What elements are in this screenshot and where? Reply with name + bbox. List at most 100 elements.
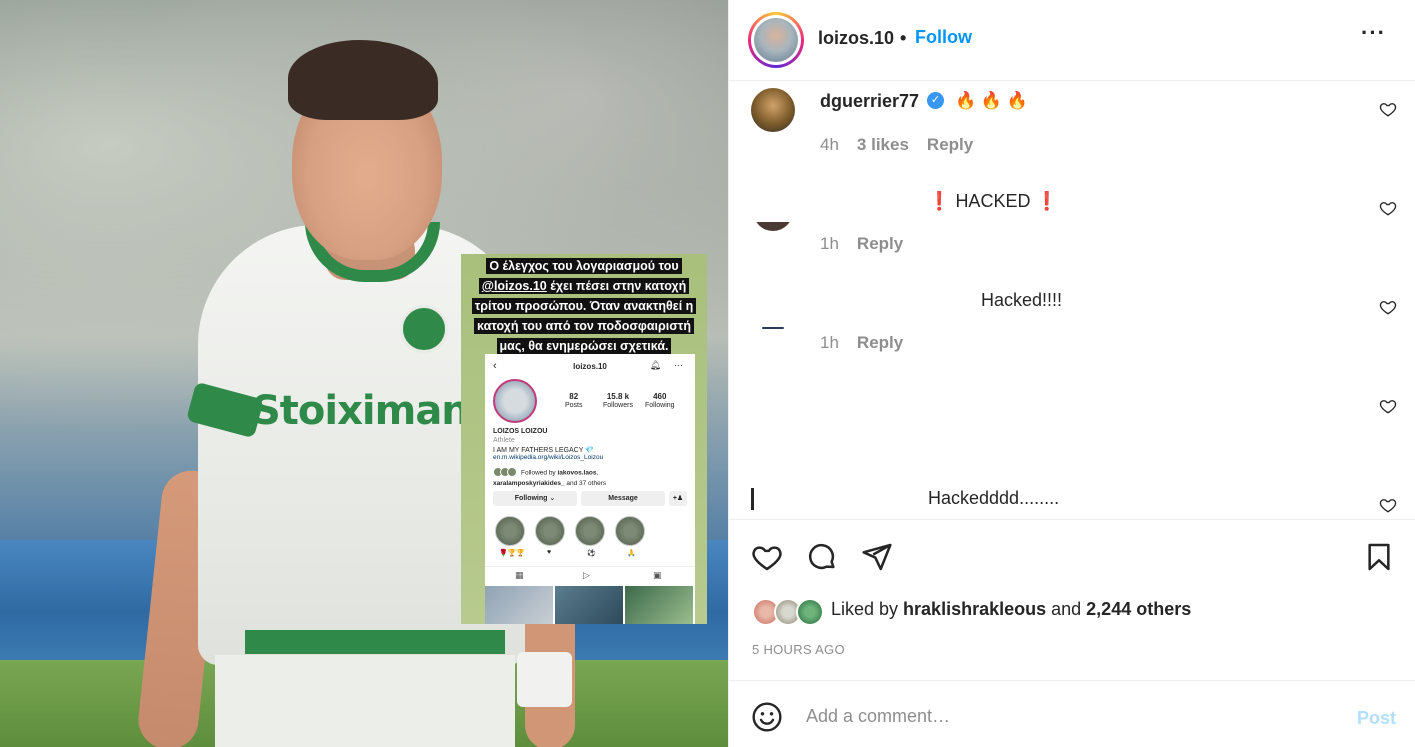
comment-text: Hackedddd........ — [928, 488, 1060, 508]
add-comment-bar: Post — [729, 680, 1415, 747]
story-line-3: τρίτου προσώπου. Όταν ανακτηθεί η — [471, 298, 697, 314]
commenter-avatar[interactable] — [753, 171, 793, 231]
comment-text: ❗ HACKED ❗ — [928, 191, 1058, 211]
like-comment-heart-icon[interactable] — [1379, 199, 1397, 217]
liked-by-user[interactable]: hraklishrakleous — [903, 599, 1046, 619]
comment-item: Hacked!!!! 1h Reply — [729, 280, 1415, 370]
like-heart-icon[interactable] — [751, 541, 783, 573]
profile-avatar — [493, 379, 537, 423]
grid-post-3 — [625, 586, 693, 624]
story-line-2: έχει πέσει στην κατοχή — [550, 279, 687, 293]
reply-button[interactable]: Reply — [857, 234, 903, 253]
follow-button[interactable]: Follow — [915, 27, 972, 48]
liked-by-avatars[interactable] — [752, 598, 827, 626]
comment-meta: 1h Reply — [820, 234, 903, 254]
comment-meta: 4h 3 likes Reply — [820, 135, 973, 155]
bookmark-icon[interactable] — [1363, 541, 1395, 573]
bell-icon: 🔔︎ — [649, 360, 661, 370]
post-header: loizos.10 • Follow ··· — [729, 0, 1415, 81]
highlight-1-label: 🌹🏆🏆 — [499, 550, 526, 557]
comment-item: ❗ HACKED ❗ 1h Reply — [729, 171, 1415, 271]
like-comment-heart-icon[interactable] — [1379, 298, 1397, 316]
grid-post-1 — [485, 586, 553, 624]
emoji-smiley-icon[interactable] — [751, 701, 783, 733]
profile-name: LOIZOS LOIZOU — [493, 428, 548, 435]
profile-bio: I AM MY FATHERS LEGACY 💎 — [493, 447, 594, 454]
story-line-5: μας, θα ενημερώσει σχετικά. — [496, 338, 672, 354]
like-comment-heart-icon[interactable] — [1379, 496, 1397, 514]
profile-screenshot: ‹ loizos.10 🔔︎ ··· 82 Posts 15.8 k Followe… — [485, 354, 695, 624]
highlight-4 — [615, 516, 645, 546]
followed-by: Followed by iakovos.laos, xaralamposkyri… — [493, 467, 606, 488]
story-line-4: κατοχή του από τον ποδοσφαιριστή — [474, 318, 694, 334]
profile-username: loizos.10 — [573, 362, 607, 371]
profile-tabs: ▦ ▷ ▣ — [485, 566, 695, 584]
comment-item — [729, 379, 1415, 469]
profile-topbar: ‹ loizos.10 🔔︎ ··· — [485, 360, 695, 374]
commenter-avatar[interactable] — [751, 488, 795, 510]
highlight-3-label: ⚽ — [587, 550, 596, 557]
post-image[interactable]: Stoiximan Ο έλεγχος του λογαριασμού του … — [0, 0, 728, 747]
story-overlay: Ο έλεγχος του λογαριασμού του @loizos.10… — [461, 254, 707, 624]
reply-button[interactable]: Reply — [857, 333, 903, 352]
commenter-avatar[interactable] — [751, 88, 795, 132]
profile-category: Athlete — [493, 437, 515, 444]
highlight-4-label: 🙏 — [627, 550, 636, 557]
profile-link: en.m.wikipedia.org/wiki/Loizos_Loizou — [493, 454, 604, 461]
post-actions: Liked by hraklishrakleous and 2,244 othe… — [729, 519, 1415, 680]
commenter-avatar[interactable] — [762, 327, 784, 329]
like-comment-heart-icon[interactable] — [1379, 397, 1397, 415]
shirt-sponsor-logo: Stoiximan — [252, 388, 470, 434]
liker-avatar — [796, 598, 824, 626]
more-options-icon[interactable]: ··· — [1361, 20, 1386, 46]
story-line-1: Ο έλεγχος του λογαριασμού του — [486, 258, 682, 274]
more-icon: ··· — [674, 360, 683, 370]
author-avatar[interactable] — [748, 12, 804, 68]
comment-text: Hacked!!!! — [981, 290, 1063, 310]
comment-input[interactable] — [806, 699, 1306, 733]
reply-button[interactable]: Reply — [927, 135, 973, 154]
shirt-hem — [245, 630, 505, 654]
following-button: Following ⌄ — [493, 491, 577, 506]
liked-by-text: Liked by hraklishrakleous and 2,244 othe… — [831, 599, 1192, 619]
highlight-2-label: ♥ — [547, 549, 552, 556]
highlight-1 — [495, 516, 525, 546]
comment-item: Hackedddd........ — [729, 478, 1415, 519]
story-caption: Ο έλεγχος του λογαριασμού του @loizos.10… — [461, 256, 707, 356]
post-timestamp[interactable]: 5 HOURS AGO — [752, 642, 845, 657]
stat-followers: 15.8 k Followers — [603, 392, 633, 409]
stat-posts: 82 Posts — [565, 392, 583, 409]
header-separator: • — [900, 28, 907, 48]
tagged-icon: ▣ — [653, 570, 662, 580]
highlight-2 — [535, 516, 565, 546]
wrist-tape — [517, 652, 572, 707]
post-comment-button[interactable]: Post — [1357, 708, 1396, 729]
followed-by-avatars — [493, 467, 521, 479]
comment-item: dguerrier77 ✓ 🔥 🔥 🔥 4h 3 likes Reply — [729, 82, 1415, 172]
comments-list[interactable]: dguerrier77 ✓ 🔥 🔥 🔥 4h 3 likes Reply ❗ HAC… — [729, 82, 1415, 519]
commenter-username[interactable]: dguerrier77 — [820, 91, 919, 112]
add-person-icon: +♟ — [669, 491, 687, 506]
player-hair — [288, 40, 438, 120]
comment-likes[interactable]: 3 likes — [857, 135, 909, 154]
liked-by-others[interactable]: 2,244 others — [1086, 599, 1191, 619]
player-shorts — [215, 655, 515, 747]
comment-text: 🔥 🔥 🔥 — [955, 91, 1028, 110]
like-comment-heart-icon[interactable] — [1379, 100, 1397, 118]
grid-icon: ▦ — [515, 570, 524, 580]
message-button: Message — [581, 491, 665, 506]
verified-badge-icon: ✓ — [927, 92, 944, 109]
share-send-icon[interactable] — [861, 541, 893, 573]
comment-time: 1h — [820, 234, 839, 253]
reels-icon: ▷ — [583, 570, 590, 580]
author-username[interactable]: loizos.10 — [818, 28, 894, 49]
comment-bubble-icon[interactable] — [806, 541, 838, 573]
comment-time: 1h — [820, 333, 839, 352]
story-mention: @loizos.10 — [481, 279, 547, 293]
stat-following: 460 Following — [645, 392, 675, 409]
highlight-3 — [575, 516, 605, 546]
grid-post-2 — [555, 586, 623, 624]
comment-time: 4h — [820, 135, 839, 154]
club-badge — [400, 305, 448, 353]
comment-meta: 1h Reply — [820, 333, 903, 353]
